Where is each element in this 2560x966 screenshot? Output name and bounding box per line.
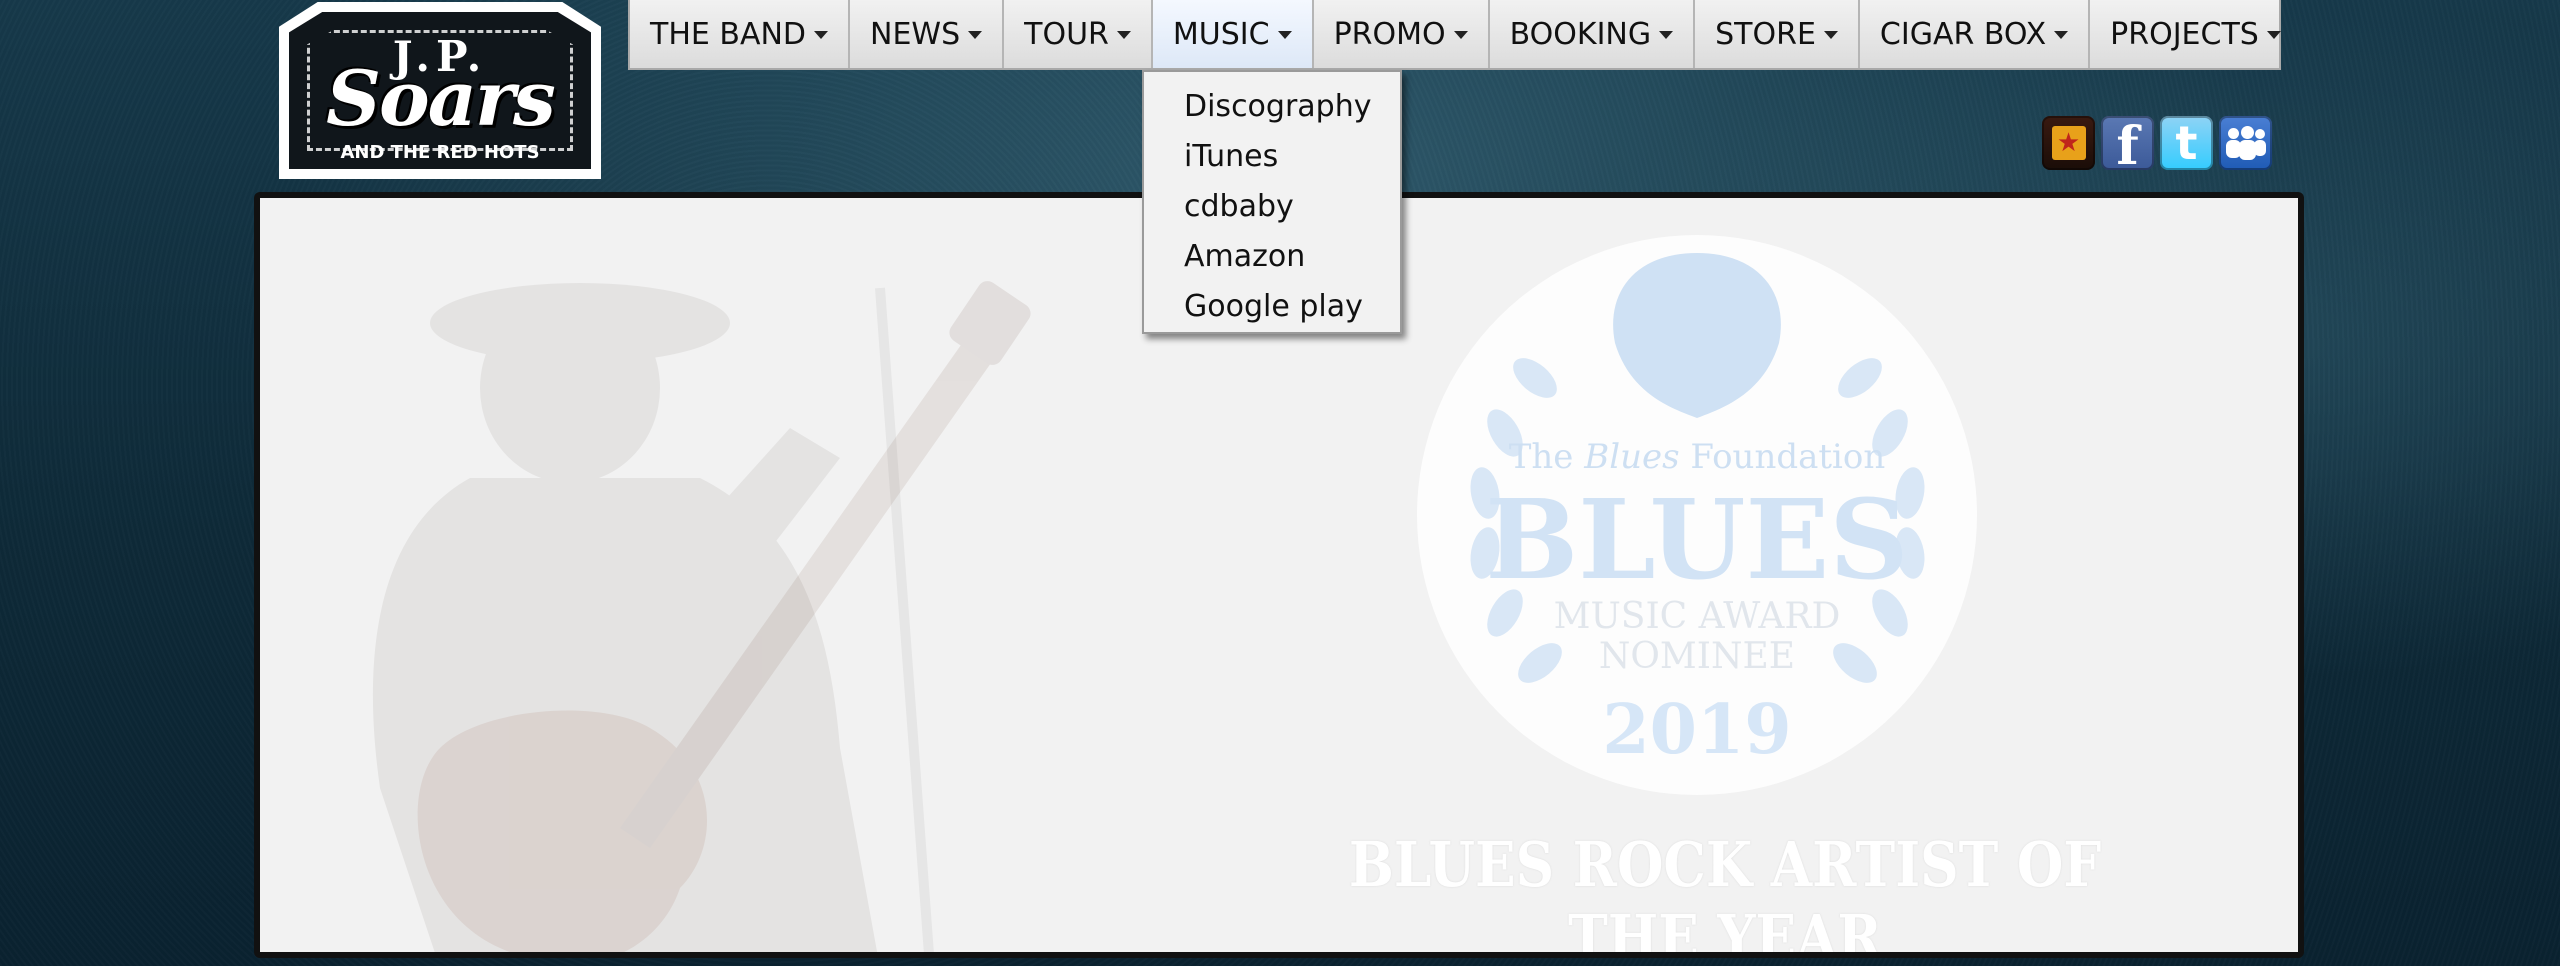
nav-item-store[interactable]: STORE xyxy=(1695,0,1860,68)
caret-down-icon xyxy=(1823,31,1838,39)
nav-item-music[interactable]: MUSIC xyxy=(1152,0,1314,68)
twitter-icon[interactable]: t xyxy=(2160,116,2213,170)
nav-label: CIGAR BOX xyxy=(1879,16,2047,52)
reverbnation-star-box: ★ xyxy=(2051,126,2086,160)
nav-item-news[interactable]: NEWS xyxy=(850,0,1005,68)
svg-text:The Blues Foun: The Blues Foundation xyxy=(1509,437,1886,477)
dropdown-item-amazon[interactable]: Amazon xyxy=(1144,232,1400,282)
caret-down-icon xyxy=(1659,31,1674,39)
caret-down-icon xyxy=(1277,31,1292,39)
badge-org-prefix: The xyxy=(1509,437,1574,477)
guitarist-photo xyxy=(372,281,1031,952)
badge-line2: NOMINEE xyxy=(1599,636,1795,677)
nav-label: STORE xyxy=(1715,16,1816,52)
twitter-glyph: t xyxy=(2175,116,2198,170)
badge-year: 2019 xyxy=(1602,690,1791,770)
logo-subtitle: AND THE RED HOTS xyxy=(340,142,540,163)
nav-item-the-band[interactable]: THE BAND xyxy=(630,0,851,68)
dropdown-item-cdbaby[interactable]: cdbaby xyxy=(1144,182,1400,232)
site-logo[interactable]: J.P. Soars AND THE RED HOTS xyxy=(279,2,601,179)
caret-down-icon xyxy=(968,31,983,39)
badge-org-italic: Blues xyxy=(1583,437,1679,477)
facebook-icon[interactable]: f xyxy=(2101,116,2154,170)
nav-label: PROMO xyxy=(1333,16,1446,52)
nav-item-promo[interactable]: PROMO xyxy=(1314,0,1490,68)
dropdown-item-itunes[interactable]: iTunes xyxy=(1144,132,1400,182)
caret-down-icon xyxy=(1116,31,1131,39)
nav-item-booking[interactable]: BOOKING xyxy=(1490,0,1696,68)
badge-main-text: BLUES xyxy=(1485,475,1909,604)
badge-org-suffix: Foundation xyxy=(1690,437,1885,477)
badge-line1: MUSIC AWARD xyxy=(1554,596,1841,637)
logo-name: Soars xyxy=(326,54,556,143)
nav-label: NEWS xyxy=(870,16,961,52)
music-dropdown-menu: Discography iTunes cdbaby Amazon Google … xyxy=(1142,70,1402,334)
caret-down-icon xyxy=(814,31,829,39)
nav-item-tour[interactable]: TOUR xyxy=(1004,0,1153,68)
nav-item-projects[interactable]: PROJECTS xyxy=(2090,0,2301,68)
reverbnation-icon[interactable]: ★ xyxy=(2042,116,2095,170)
nav-item-cigar-box[interactable]: CIGAR BOX xyxy=(1860,0,2091,68)
social-links: ★ f t xyxy=(2042,116,2272,170)
award-caption: BLUES ROCK ARTIST OF THE YEAR xyxy=(1348,828,2102,952)
nav-label: THE BAND xyxy=(650,16,807,52)
dropdown-item-discography[interactable]: Discography xyxy=(1144,82,1400,132)
caret-down-icon xyxy=(2266,31,2281,39)
dropdown-item-google-play[interactable]: Google play xyxy=(1144,282,1400,332)
myspace-icon[interactable] xyxy=(2219,116,2272,170)
caret-down-icon xyxy=(1453,31,1468,39)
award-badge: The Blues Foundation BLUES MUSIC AWARD N… xyxy=(1417,235,1977,795)
nav-label: MUSIC xyxy=(1172,16,1270,52)
nav-label: BOOKING xyxy=(1509,16,1652,52)
nav-label: TOUR xyxy=(1024,16,1109,52)
nav-label: PROJECTS xyxy=(2110,16,2259,52)
myspace-people-glyph xyxy=(2225,126,2266,160)
main-nav: THE BAND NEWS TOUR MUSIC PROMO BOOKING S… xyxy=(628,0,2281,70)
star-icon: ★ xyxy=(2056,128,2081,158)
facebook-glyph: f xyxy=(2116,116,2139,171)
caret-down-icon xyxy=(2054,31,2069,39)
logo-inner: J.P. Soars AND THE RED HOTS xyxy=(289,12,591,169)
